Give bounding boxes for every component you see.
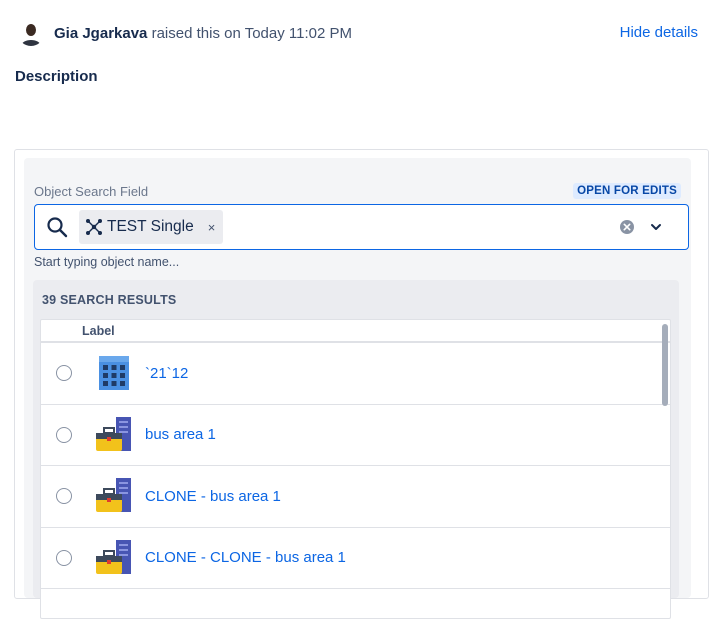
row-label[interactable]: bus area 1 [145, 426, 216, 443]
hide-details-link[interactable]: Hide details [620, 24, 698, 41]
search-icon [47, 217, 68, 238]
object-search-input[interactable]: TEST Single × [34, 204, 689, 250]
user-name[interactable]: Gia Jgarkava [54, 25, 147, 42]
table-row[interactable]: CLONE - CLONE - bus area 1 [41, 528, 670, 589]
activity-header: Gia Jgarkava raised this on Today 11:02 … [18, 18, 352, 48]
object-search-field-panel: Object Search Field OPEN FOR EDITS TEST … [24, 158, 691, 619]
chip-label: TEST Single [107, 218, 194, 235]
field-label: Object Search Field [34, 184, 149, 199]
business-area-icon [96, 416, 131, 451]
row-radio[interactable] [56, 426, 72, 443]
building-icon [99, 356, 129, 391]
results-scrollbar[interactable] [662, 324, 668, 406]
row-label[interactable]: CLONE - CLONE - bus area 1 [145, 549, 346, 566]
row-label[interactable]: CLONE - bus area 1 [145, 488, 281, 505]
column-header-label: Label [41, 320, 670, 343]
row-radio[interactable] [56, 488, 72, 505]
user-avatar-icon [18, 20, 44, 46]
field-hint: Start typing object name... [34, 255, 180, 269]
row-radio[interactable] [56, 549, 72, 566]
raised-info: Gia Jgarkava raised this on Today 11:02 … [54, 25, 352, 42]
table-row[interactable]: bus area 1 [41, 405, 670, 466]
avatar[interactable] [18, 20, 44, 46]
chevron-down-icon[interactable] [648, 219, 664, 235]
open-for-edits-badge: OPEN FOR EDITS [573, 183, 681, 199]
row-label[interactable]: `21`12 [145, 365, 188, 382]
table-row[interactable]: CLONE - bus area 1 [41, 466, 670, 528]
clear-icon[interactable] [619, 219, 635, 235]
description-label: Description [15, 68, 98, 85]
table-row[interactable]: `21`12 [41, 343, 670, 405]
field-card: Object Search Field OPEN FOR EDITS TEST … [14, 149, 709, 619]
results-count: 39 SEARCH RESULTS [42, 293, 177, 307]
raised-timestamp: raised this on Today 11:02 PM [151, 24, 352, 42]
chip-remove-icon[interactable]: × [208, 220, 216, 235]
results-table: Label `21`12 bus area 1 CLONE - bus area… [40, 319, 671, 619]
object-schema-icon [86, 219, 102, 235]
search-results-panel: 39 SEARCH RESULTS Label `21`12 bus area … [33, 280, 679, 619]
row-radio[interactable] [56, 365, 72, 382]
business-area-icon [96, 539, 131, 574]
business-area-icon [96, 478, 131, 513]
selected-object-chip[interactable]: TEST Single × [79, 210, 224, 244]
